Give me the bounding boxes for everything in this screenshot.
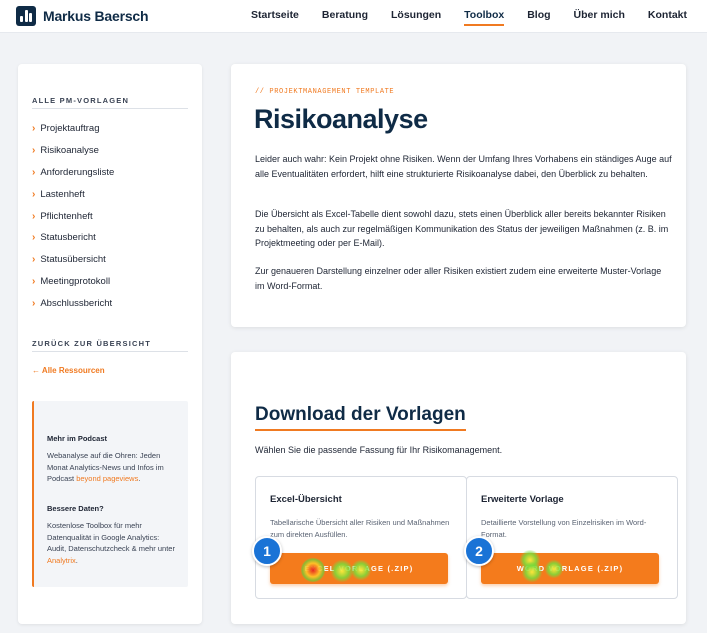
sidebar-item-statusuebersicht[interactable]: › Statusübersicht xyxy=(32,249,114,271)
download-title: Download der Vorlagen xyxy=(255,404,466,431)
template-title: Excel-Übersicht xyxy=(270,494,342,505)
analytrix-link[interactable]: Analytrix xyxy=(47,556,76,565)
intro-paragraph-3: Zur genaueren Darstellung einzelner oder… xyxy=(255,266,662,291)
step-marker-2: 2 xyxy=(464,536,494,566)
data-text-end: . xyxy=(75,555,78,565)
nav-startseite[interactable]: Startseite xyxy=(251,9,299,21)
data-text-body: Kostenlose Toolbox für mehr Datenqualitä… xyxy=(47,521,175,553)
intro-card: // PROJEKTMANAGEMENT TEMPLATE Risikoanal… xyxy=(231,64,686,327)
sidebar-item-anforderungsliste[interactable]: › Anforderungsliste xyxy=(32,162,114,184)
sidebar-item-label: Anforderungsliste xyxy=(40,166,115,178)
template-title: Erweiterte Vorlage xyxy=(481,494,564,505)
heatmap-dot xyxy=(545,560,563,578)
nav-toolbox[interactable]: Toolbox xyxy=(464,9,505,26)
divider xyxy=(32,108,188,109)
nav-beratung[interactable]: Beratung xyxy=(322,9,368,21)
sidebar-item-pflichtenheft[interactable]: › Pflichtenheft xyxy=(32,205,114,227)
divider xyxy=(32,351,188,352)
brand-logo[interactable]: Markus Baersch xyxy=(16,6,149,26)
sidebar-item-lastenheft[interactable]: › Lastenheft xyxy=(32,183,114,205)
download-subtitle: Wählen Sie die passende Fassung für Ihr … xyxy=(255,445,503,455)
excel-template-card: Excel-Übersicht Tabellarische Übersicht … xyxy=(255,476,467,599)
step-marker-1: 1 xyxy=(252,536,282,566)
sidebar-item-label: Pflichtenheft xyxy=(40,210,93,222)
chevron-right-icon: › xyxy=(32,232,36,244)
sidebar-template-list: › Projektauftrag › Risikoanalyse › Anforder… xyxy=(32,118,114,314)
template-description: Detaillierte Vorstellung von Einzelrisik… xyxy=(481,518,647,539)
bar-chart-logo-icon xyxy=(16,6,36,26)
chevron-right-icon: › xyxy=(32,166,36,178)
heatmap-dot xyxy=(522,562,542,582)
nav-ueber-mich[interactable]: Über mich xyxy=(574,9,625,21)
main-nav: Startseite Beratung Lösungen Toolbox Blo… xyxy=(228,9,687,26)
sidebar-item-meetingprotokoll[interactable]: › Meetingprotokoll xyxy=(32,271,114,293)
nav-blog[interactable]: Blog xyxy=(527,9,550,21)
sidebar-item-projektauftrag[interactable]: › Projektauftrag xyxy=(32,118,114,140)
sidebar-item-risikoanalyse[interactable]: › Risikoanalyse xyxy=(32,140,114,162)
chevron-right-icon: › xyxy=(32,210,36,222)
sidebar-heading: ALLE PM-VORLAGEN xyxy=(32,96,130,105)
sidebar-item-label: Statusbericht xyxy=(40,232,96,244)
promo-box: Mehr im Podcast Webanalyse auf die Ohren… xyxy=(32,401,188,587)
intro-paragraph-2: Die Übersicht als Excel-Tabelle dient so… xyxy=(255,209,669,248)
back-heading: ZURÜCK ZUR ÜBERSICHT xyxy=(32,339,151,348)
download-card: Download der Vorlagen Wählen Sie die pas… xyxy=(231,352,686,624)
site-header: Markus Baersch Startseite Beratung Lösun… xyxy=(0,0,707,33)
sidebar-item-label: Abschlussbericht xyxy=(40,297,113,309)
chevron-right-icon: › xyxy=(32,123,36,135)
heatmap-dot xyxy=(351,560,371,580)
heatmap-dot xyxy=(331,560,353,582)
eyebrow-label: // PROJEKTMANAGEMENT TEMPLATE xyxy=(255,88,395,96)
chevron-right-icon: › xyxy=(32,297,36,309)
template-description: Tabellarische Übersicht aller Risiken un… xyxy=(270,518,450,539)
sidebar-item-statusbericht[interactable]: › Statusbericht xyxy=(32,227,114,249)
data-text: Kostenlose Toolbox für mehr Datenqualitä… xyxy=(47,520,179,566)
nav-loesungen[interactable]: Lösungen xyxy=(391,9,441,21)
chevron-right-icon: › xyxy=(32,188,36,200)
chevron-right-icon: › xyxy=(32,275,36,287)
sidebar-item-label: Lastenheft xyxy=(40,188,85,200)
page-title: Risikoanalyse xyxy=(254,104,428,134)
all-resources-link[interactable]: ← Alle Ressourcen xyxy=(32,366,105,375)
podcast-title: Mehr im Podcast xyxy=(47,434,108,443)
chevron-right-icon: › xyxy=(32,254,36,266)
brand-name: Markus Baersch xyxy=(43,8,149,24)
sidebar-item-label: Meetingprotokoll xyxy=(40,275,111,287)
heatmap-dot xyxy=(301,558,325,582)
word-template-card: Erweiterte Vorlage Detaillierte Vorstell… xyxy=(466,476,678,599)
data-title: Bessere Daten? xyxy=(47,504,104,513)
chevron-right-icon: › xyxy=(32,145,36,157)
sidebar-item-label: Projektauftrag xyxy=(40,123,100,135)
sidebar-item-label: Risikoanalyse xyxy=(40,145,99,157)
word-download-button[interactable]: WORD VORLAGE (.ZIP) xyxy=(481,553,659,584)
podcast-text-end: . xyxy=(138,474,141,483)
sidebar-item-label: Statusübersicht xyxy=(40,254,106,266)
podcast-link[interactable]: beyond pageviews xyxy=(76,474,138,483)
sidebar: ALLE PM-VORLAGEN › Projektauftrag › Risiko… xyxy=(18,64,202,624)
podcast-text: Webanalyse auf die Ohren: Jeden Monat An… xyxy=(47,450,179,485)
intro-paragraph-1: Leider auch wahr: Kein Projekt ohne Risi… xyxy=(255,154,672,179)
nav-kontakt[interactable]: Kontakt xyxy=(648,9,687,21)
sidebar-item-abschlussbericht[interactable]: › Abschlussbericht xyxy=(32,292,114,314)
